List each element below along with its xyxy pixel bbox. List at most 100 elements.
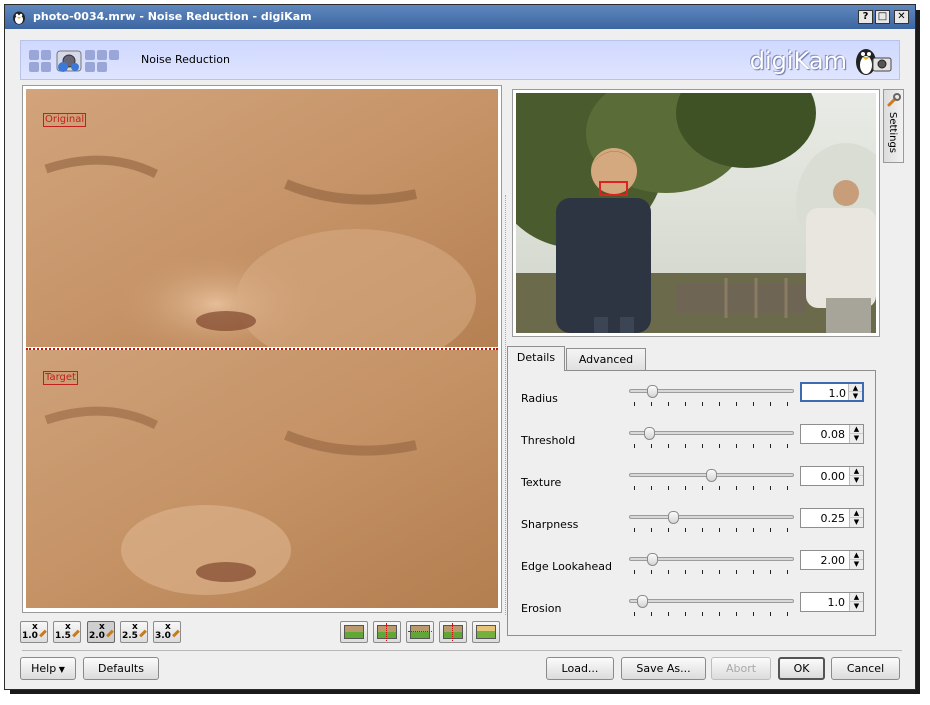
zoom-value: 2.5 [122, 631, 138, 641]
split-line [452, 623, 453, 641]
digikam-logo: digiKam [749, 47, 847, 75]
dialog-window: photo-0034.mrw - Noise Reduction - digiK… [4, 4, 916, 690]
close-button[interactable]: ✕ [894, 10, 909, 24]
ok-button[interactable]: OK [778, 657, 825, 680]
spin-down-icon[interactable]: ▼ [850, 602, 863, 611]
erosion-spinbox[interactable]: ▲ ▼ [800, 592, 864, 612]
zoom-2-5-button[interactable]: x 2.5 [120, 621, 148, 643]
plugin-icon [29, 50, 119, 72]
radius-input[interactable] [804, 385, 846, 401]
erosion-slider-handle[interactable] [636, 595, 648, 608]
spin-up-icon[interactable]: ▲ [850, 425, 863, 434]
defaults-button[interactable]: Defaults [83, 657, 159, 680]
spin-up-icon[interactable]: ▲ [850, 509, 863, 518]
erosion-input[interactable] [803, 594, 845, 610]
zoom-value: 3.0 [155, 631, 171, 641]
slider-tick [634, 612, 635, 616]
zoom-1-0-button[interactable]: x 1.0 [20, 621, 48, 643]
sharpness-spinbox[interactable]: ▲ ▼ [800, 508, 864, 528]
target-view-icon [476, 625, 496, 639]
edge-lookahead-spinbox[interactable]: ▲ ▼ [800, 550, 864, 570]
original-preview[interactable] [26, 89, 498, 347]
edge-lookahead-slider-handle[interactable] [647, 553, 659, 566]
original-photo[interactable] [516, 93, 876, 333]
tab-advanced[interactable]: Advanced [566, 348, 646, 372]
threshold-spin-buttons[interactable]: ▲ ▼ [849, 425, 863, 443]
slider-tick [685, 486, 686, 490]
slider-tick [736, 612, 737, 616]
target-view-button[interactable] [472, 621, 500, 643]
button-separator [22, 650, 902, 651]
slider-tick [634, 402, 635, 406]
spin-down-icon[interactable]: ▼ [850, 560, 863, 569]
slider-tick [736, 444, 737, 448]
original-image-panel[interactable] [512, 89, 880, 337]
tab-details[interactable]: Details [507, 346, 565, 371]
help-title-button[interactable]: ? [858, 10, 873, 24]
edge-lookahead-input[interactable] [803, 552, 845, 568]
slider-tick [719, 528, 720, 532]
texture-input[interactable] [803, 468, 845, 484]
radius-slider-handle[interactable] [647, 385, 659, 398]
threshold-slider-handle[interactable] [644, 427, 656, 440]
window-title: photo-0034.mrw - Noise Reduction - digiK… [33, 10, 312, 23]
texture-spin-buttons[interactable]: ▲ ▼ [849, 467, 863, 485]
erosion-spin-buttons[interactable]: ▲ ▼ [849, 593, 863, 611]
slider-tick [702, 528, 703, 532]
target-preview[interactable] [26, 350, 498, 608]
slider-tick [651, 486, 652, 490]
spin-up-icon[interactable]: ▲ [850, 467, 863, 476]
split-horizontal-button[interactable] [406, 621, 434, 643]
spin-down-icon[interactable]: ▼ [850, 434, 863, 443]
preview-area[interactable]: Original Target [22, 85, 502, 613]
zoom-1-5-button[interactable]: x 1.5 [53, 621, 81, 643]
spin-up-icon[interactable]: ▲ [850, 593, 863, 602]
load-button[interactable]: Load... [546, 657, 614, 680]
spin-down-icon[interactable]: ▼ [850, 476, 863, 485]
preview-mode-icon [344, 625, 364, 639]
title-bar[interactable]: photo-0034.mrw - Noise Reduction - digiK… [5, 5, 915, 29]
edge-lookahead-spin-buttons[interactable]: ▲ ▼ [849, 551, 863, 569]
wrench-icon [887, 93, 901, 107]
zoom-2-0-button[interactable]: x 2.0 [87, 621, 115, 643]
slider-tick [702, 486, 703, 490]
split-vertical-cont-button[interactable] [439, 621, 467, 643]
sharpness-input[interactable] [803, 510, 845, 526]
slider-tick [787, 486, 788, 490]
spin-up-icon[interactable]: ▲ [849, 384, 862, 392]
original-view-button[interactable] [340, 621, 368, 643]
sharpness-slider-ticks [634, 528, 792, 532]
settings-side-tab[interactable]: Settings [883, 89, 904, 163]
erosion-slider-track[interactable] [629, 599, 794, 603]
slider-tick [787, 612, 788, 616]
radius-label: Radius [521, 392, 558, 405]
slider-tick [719, 444, 720, 448]
edge-lookahead-slider-ticks [634, 570, 792, 574]
spin-up-icon[interactable]: ▲ [850, 551, 863, 560]
abort-button[interactable]: Abort [711, 657, 771, 680]
split-horizontal-icon [410, 625, 430, 639]
settings-label: Settings [887, 112, 898, 154]
radius-spin-buttons[interactable]: ▲ ▼ [848, 384, 862, 400]
sharpness-spin-buttons[interactable]: ▲ ▼ [849, 509, 863, 527]
texture-slider-handle[interactable] [706, 469, 717, 482]
threshold-spinbox[interactable]: ▲ ▼ [800, 424, 864, 444]
spin-down-icon[interactable]: ▼ [850, 518, 863, 527]
threshold-input[interactable] [803, 426, 845, 442]
sharpness-slider-track[interactable] [629, 515, 794, 519]
radius-spinbox[interactable]: ▲ ▼ [800, 382, 864, 402]
maximize-button[interactable]: □ [875, 10, 890, 24]
spin-down-icon[interactable]: ▼ [849, 392, 862, 400]
tux-icon [13, 11, 25, 25]
zoom-value: 2.0 [89, 631, 105, 641]
sharpness-slider-handle[interactable] [667, 511, 679, 524]
zoom-3-0-button[interactable]: x 3.0 [153, 621, 181, 643]
slider-tick [787, 402, 788, 406]
split-vertical-button[interactable] [373, 621, 401, 643]
selection-rectangle[interactable] [599, 181, 628, 196]
save-as-button[interactable]: Save As... [621, 657, 706, 680]
texture-spinbox[interactable]: ▲ ▼ [800, 466, 864, 486]
slider-tick [719, 570, 720, 574]
cancel-button[interactable]: Cancel [831, 657, 900, 680]
help-button[interactable]: Help ▼ [20, 657, 76, 680]
